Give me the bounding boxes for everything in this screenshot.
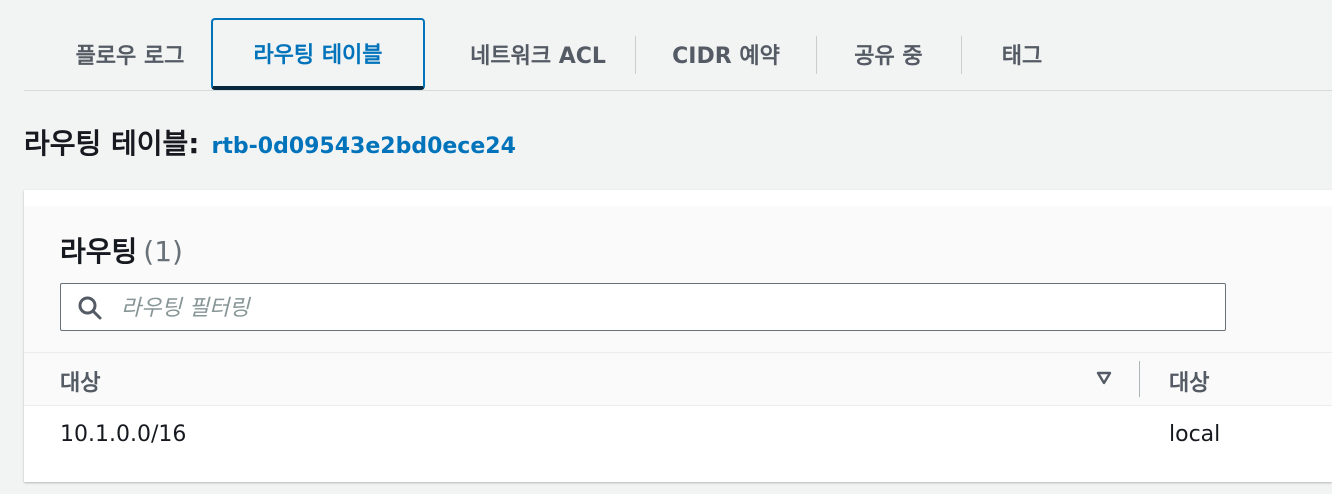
routes-count: (1) (143, 235, 183, 268)
column-resizer[interactable] (1139, 361, 1140, 397)
routes-panel-header: 라우팅 (1) (24, 206, 1332, 352)
search-icon (78, 296, 102, 320)
page-title: 라우팅 테이블: (24, 127, 200, 160)
tab-cidr-reservations[interactable]: CIDR 예약 (636, 18, 816, 89)
tab-label: 플로우 로그 (75, 43, 185, 69)
routes-table-header: 대상 대상 (24, 352, 1332, 406)
tab-route-tables[interactable]: 라우팅 테이블 (211, 18, 425, 90)
table-row[interactable]: 10.1.0.0/16 local (24, 406, 1332, 466)
tab-flow-logs[interactable]: 플로우 로그 (36, 18, 224, 89)
routes-title: 라우팅 (1) (60, 230, 183, 270)
column-header-destination[interactable]: 대상 (60, 365, 100, 397)
route-table-heading: 라우팅 테이블: rtb-0d09543e2bd0ece24 (24, 122, 516, 162)
route-filter[interactable] (60, 283, 1226, 331)
tab-label: 태그 (1001, 43, 1043, 69)
tab-label: 라우팅 테이블 (253, 43, 383, 68)
tab-sharing[interactable]: 공유 중 (817, 18, 960, 89)
routes-panel: 라우팅(1) 대상 대상 10.1.0.0/16 local (24, 190, 1332, 482)
tab-network-acl[interactable]: 네트워크 ACL (438, 18, 638, 89)
column-header-target[interactable]: 대상 (1169, 365, 1209, 397)
vpc-details-page: 플로우 로그 라우팅 테이블 네트워크 ACL CIDR 예약 공유 중 태그 … (0, 0, 1332, 494)
route-target: local (1169, 422, 1221, 447)
tab-label: CIDR 예약 (672, 43, 780, 69)
route-filter-input[interactable] (119, 290, 1213, 326)
route-table-id-link[interactable]: rtb-0d09543e2bd0ece24 (212, 134, 516, 159)
route-destination: 10.1.0.0/16 (60, 422, 187, 447)
tab-bar: 플로우 로그 라우팅 테이블 네트워크 ACL CIDR 예약 공유 중 태그 (24, 18, 1332, 91)
tab-label: 공유 중 (854, 43, 923, 69)
routes-title-label: 라우팅 (60, 235, 138, 268)
sort-caret-down-icon[interactable] (1096, 371, 1112, 385)
tab-label: 네트워크 ACL (470, 43, 606, 69)
tab-tags[interactable]: 태그 (962, 18, 1082, 89)
